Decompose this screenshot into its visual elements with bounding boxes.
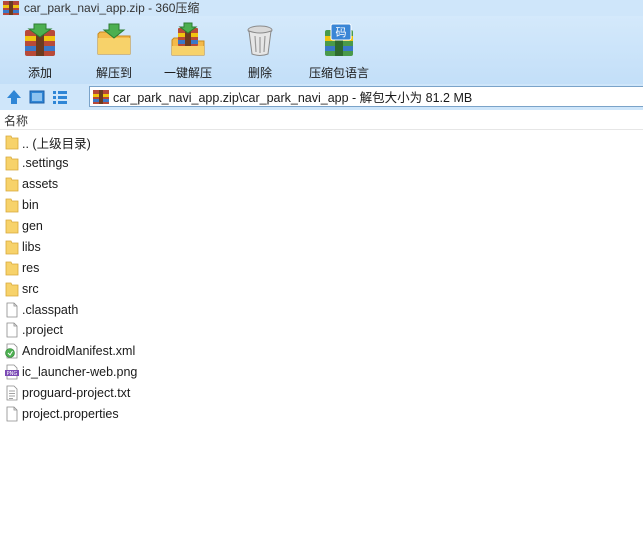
archive-language-button-label: 压缩包语言	[308, 66, 369, 80]
file-name: bin	[22, 198, 39, 213]
one-click-extract-button[interactable]: 一键解压	[156, 16, 220, 84]
toolbar: 添加 解压到 一键解压 删除 码 压缩包语言	[0, 16, 643, 84]
column-header: 名称	[0, 111, 643, 130]
extract-folder-icon	[97, 23, 131, 55]
file-name: .classpath	[22, 302, 79, 317]
file-list: .. (上级目录) .settings assets bin gen libs …	[0, 132, 643, 424]
add-archive-icon	[25, 23, 55, 56]
list-item[interactable]: PNG ic_launcher-web.png	[0, 362, 643, 383]
file-name: ic_launcher-web.png	[22, 365, 138, 380]
xml-file-icon	[5, 343, 19, 359]
add-button-label: 添加	[27, 66, 52, 80]
list-item[interactable]: libs	[0, 236, 643, 257]
folder-icon	[5, 176, 19, 192]
folder-icon	[5, 260, 19, 276]
delete-button-label: 删除	[247, 66, 272, 80]
file-name: proguard-project.txt	[22, 386, 131, 401]
file-name: .. (上级目录)	[22, 136, 91, 151]
file-name: .settings	[22, 156, 69, 171]
up-level-button[interactable]	[3, 86, 25, 108]
list-item[interactable]: AndroidManifest.xml	[0, 341, 643, 362]
list-item[interactable]: .classpath	[0, 299, 643, 320]
list-item[interactable]: .. (上级目录)	[0, 132, 643, 153]
path-text: car_park_navi_app.zip\car_park_navi_app …	[113, 91, 473, 105]
file-name: assets	[22, 177, 59, 192]
folder-icon	[5, 197, 19, 213]
one-click-extract-button-label: 一键解压	[163, 66, 212, 80]
list-item[interactable]: res	[0, 257, 643, 278]
window-title: car_park_navi_app.zip - 360压缩	[24, 1, 200, 15]
list-item[interactable]: project.properties	[0, 404, 643, 425]
folder-icon	[5, 218, 19, 234]
extract-to-button[interactable]: 解压到	[82, 16, 146, 84]
file-name: project.properties	[22, 407, 119, 422]
text-file-icon	[5, 385, 19, 401]
list-item[interactable]: .settings	[0, 153, 643, 174]
address-bar: car_park_navi_app.zip\car_park_navi_app …	[0, 84, 643, 110]
file-icon	[5, 302, 19, 318]
archive-language-icon: 码	[325, 23, 353, 56]
folder-icon	[5, 155, 19, 171]
list-view-icon	[53, 91, 67, 104]
archive-app-icon	[3, 1, 19, 15]
folder-icon	[5, 134, 19, 150]
arrow-up-icon	[7, 90, 21, 104]
file-name: res	[22, 260, 40, 275]
list-item[interactable]: gen	[0, 216, 643, 237]
list-item[interactable]: src	[0, 278, 643, 299]
file-icon	[5, 322, 19, 338]
folder-icon	[5, 281, 19, 297]
one-click-extract-icon	[171, 22, 205, 56]
title-bar: car_park_navi_app.zip - 360压缩	[0, 0, 643, 16]
png-file-icon: PNG	[5, 364, 19, 380]
file-name: AndroidManifest.xml	[22, 344, 136, 359]
list-item[interactable]: bin	[0, 195, 643, 216]
file-name: libs	[22, 239, 41, 254]
svg-text:码: 码	[336, 26, 347, 39]
list-item[interactable]: .project	[0, 320, 643, 341]
thumbnail-view-icon	[29, 90, 45, 104]
trash-icon	[247, 25, 273, 56]
archive-language-button[interactable]: 码 压缩包语言	[304, 16, 374, 84]
zip-archive-icon	[93, 89, 109, 104]
file-name: src	[22, 281, 39, 296]
view-details-button[interactable]	[49, 86, 71, 108]
extract-to-button-label: 解压到	[95, 66, 132, 80]
delete-button[interactable]: 删除	[232, 16, 288, 84]
svg-text:PNG: PNG	[7, 371, 18, 377]
column-header-name[interactable]: 名称	[4, 112, 28, 129]
list-item[interactable]: proguard-project.txt	[0, 383, 643, 404]
file-icon	[5, 406, 19, 422]
view-thumbnail-button[interactable]	[26, 86, 48, 108]
file-name: .project	[22, 323, 63, 338]
file-name: gen	[22, 219, 43, 233]
folder-icon	[5, 239, 19, 255]
path-field[interactable]: car_park_navi_app.zip\car_park_navi_app …	[89, 86, 643, 107]
add-button[interactable]: 添加	[12, 16, 68, 84]
list-item[interactable]: assets	[0, 174, 643, 195]
